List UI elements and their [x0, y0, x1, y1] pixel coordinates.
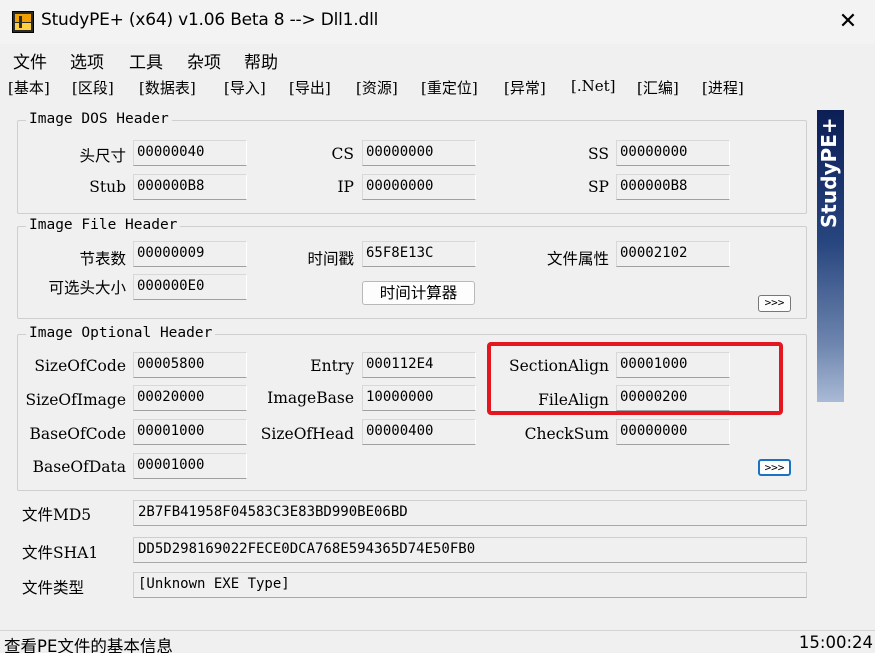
entry-label: Entry [310, 357, 354, 375]
studype-side-banner: StudyPE+ [817, 110, 844, 402]
cs-field[interactable]: 00000000 [362, 140, 476, 166]
side-banner-text: StudyPE+ [817, 117, 841, 228]
tab-basic[interactable]: [基本] [8, 77, 50, 97]
sp-field[interactable]: 000000B8 [616, 174, 730, 200]
tab-disassembly[interactable]: [汇编] [637, 77, 679, 97]
window-title: StudyPE+ (x64) v1.06 Beta 8 --> Dll1.dll [41, 10, 379, 30]
ip-field[interactable]: 00000000 [362, 174, 476, 200]
tab-import[interactable]: [导入] [224, 77, 266, 97]
menu-misc[interactable]: 杂项 [187, 48, 221, 73]
tab-process[interactable]: [进程] [702, 77, 744, 97]
menu-options[interactable]: 选项 [70, 48, 104, 73]
ss-label: SS [588, 145, 609, 163]
head-size-field[interactable]: 00000040 [133, 140, 247, 166]
section-align-highlight-box [487, 342, 783, 415]
menu-help[interactable]: 帮助 [244, 48, 278, 73]
status-message: 查看PE文件的基本信息 [4, 637, 173, 653]
opt-header-size-field[interactable]: 000000E0 [133, 274, 247, 300]
menu-bar: 文件 选项 工具 杂项 帮助 [0, 46, 875, 73]
base-of-data-label: BaseOfData [32, 458, 126, 476]
tab-dotnet[interactable]: [.Net] [571, 77, 616, 95]
optional-header-more-button[interactable]: >>> [758, 459, 791, 476]
sha1-field[interactable]: DD5D298169022FECE0DCA768E594365D74E50FB0 [133, 537, 807, 563]
base-of-data-field[interactable]: 00001000 [133, 453, 247, 479]
md5-field[interactable]: 2B7FB41958F04583C3E83BD990BE06BD [133, 500, 807, 526]
menu-tools[interactable]: 工具 [129, 48, 163, 73]
opt-header-size-label: 可选头大小 [48, 279, 126, 297]
title-bar: StudyPE+ (x64) v1.06 Beta 8 --> Dll1.dll… [0, 0, 875, 44]
file-header-group: Image File Header [17, 217, 807, 319]
timestamp-field[interactable]: 65F8E13C [362, 241, 476, 267]
size-of-code-field[interactable]: 00005800 [133, 352, 247, 378]
image-base-label: ImageBase [267, 389, 354, 407]
characteristics-field[interactable]: 00002102 [616, 241, 730, 267]
file-type-field[interactable]: [Unknown EXE Type] [133, 572, 807, 598]
status-bar: 查看PE文件的基本信息 15:00:24 [0, 630, 875, 653]
checksum-field[interactable]: 00000000 [616, 419, 730, 445]
size-of-head-label: SizeOfHead [260, 425, 354, 443]
image-base-field[interactable]: 10000000 [362, 385, 476, 411]
file-header-title: Image File Header [26, 217, 181, 233]
size-of-image-field[interactable]: 00020000 [133, 385, 247, 411]
size-of-code-label: SizeOfCode [34, 357, 126, 375]
ip-label: IP [337, 178, 354, 196]
file-type-label: 文件类型 [22, 579, 85, 597]
timestamp-label: 时间戳 [307, 250, 354, 268]
head-size-label: 头尺寸 [79, 147, 126, 165]
size-of-image-label: SizeOfImage [25, 391, 126, 409]
sections-count-field[interactable]: 00000009 [133, 241, 247, 267]
checksum-label: CheckSum [524, 425, 609, 443]
status-time: 15:00:24 [798, 633, 873, 652]
ss-field[interactable]: 00000000 [616, 140, 730, 166]
tab-data-directory[interactable]: [数据表] [139, 77, 196, 97]
dos-header-title: Image DOS Header [26, 111, 172, 127]
close-button[interactable]: ✕ [833, 8, 863, 36]
base-of-code-field[interactable]: 00001000 [133, 419, 247, 445]
stub-field[interactable]: 000000B8 [133, 174, 247, 200]
tab-resources[interactable]: [资源] [356, 77, 398, 97]
tab-exception[interactable]: [异常] [504, 77, 546, 97]
studype-app-icon[interactable] [12, 11, 34, 33]
size-of-head-field[interactable]: 00000400 [362, 419, 476, 445]
optional-header-title: Image Optional Header [26, 325, 216, 341]
tab-export[interactable]: [导出] [289, 77, 331, 97]
sha1-label: 文件SHA1 [22, 544, 99, 562]
cs-label: CS [331, 145, 354, 163]
menu-file[interactable]: 文件 [13, 48, 47, 73]
tab-sections[interactable]: [区段] [72, 77, 114, 97]
base-of-code-label: BaseOfCode [29, 425, 127, 443]
stub-label: Stub [89, 178, 126, 196]
sections-count-label: 节表数 [79, 250, 126, 268]
sp-label: SP [587, 178, 609, 196]
tab-strip: [基本] [区段] [数据表] [导入] [导出] [资源] [重定位] [异常… [8, 77, 768, 97]
file-header-more-button[interactable]: >>> [758, 295, 791, 312]
tab-relocation[interactable]: [重定位] [421, 77, 478, 97]
md5-label: 文件MD5 [22, 506, 92, 524]
characteristics-label: 文件属性 [546, 250, 609, 268]
time-calculator-button[interactable]: 时间计算器 [362, 281, 475, 305]
entry-field[interactable]: 000112E4 [362, 352, 476, 378]
